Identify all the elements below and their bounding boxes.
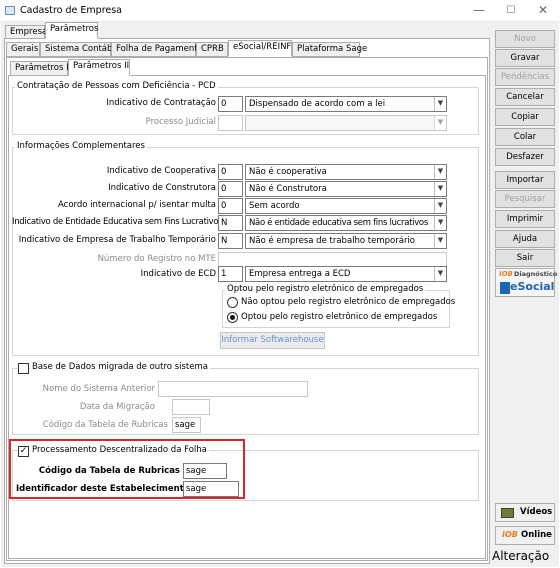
- processo-judicial-code[interactable]: [218, 115, 243, 131]
- novo-button[interactable]: Novo: [495, 30, 555, 48]
- trabalho-temporario-select[interactable]: Não é empresa de trabalho temporário ▼: [245, 233, 447, 249]
- construtora-select[interactable]: Não é Construtora ▼: [245, 181, 447, 197]
- ajuda-button[interactable]: Ajuda: [495, 230, 555, 248]
- iob-diagnostico-brand: IOB: [499, 270, 513, 278]
- ecd-label: Indicativo de ECD: [140, 269, 216, 279]
- tab-gerais[interactable]: Gerais: [6, 42, 40, 57]
- cancelar-button[interactable]: Cancelar: [495, 88, 555, 106]
- highlight-frame: [9, 439, 245, 499]
- migrada-checkbox[interactable]: [18, 363, 29, 374]
- minimize-icon[interactable]: —: [463, 0, 495, 22]
- acordo-code[interactable]: 0: [218, 198, 243, 214]
- esocial-logo-text: eSocial: [510, 280, 555, 293]
- sair-button[interactable]: Sair: [495, 249, 555, 267]
- cooperativa-value: Não é cooperativa: [249, 167, 327, 177]
- entidade-educativa-label: Indicativo de Entidade Educativa sem Fin…: [12, 217, 223, 227]
- film-icon: [501, 508, 514, 518]
- app-icon: [5, 6, 15, 15]
- ecd-code[interactable]: 1: [218, 266, 243, 282]
- tab-esocial-reinf[interactable]: eSocial/REINF: [228, 40, 292, 57]
- trabalho-temporario-value: Não é empresa de trabalho temporário: [249, 236, 415, 246]
- chevron-down-icon: ▼: [434, 234, 446, 248]
- migrada-rubricas-label: Código da Tabela de Rubricas: [42, 420, 168, 430]
- colar-button[interactable]: Colar: [495, 128, 555, 146]
- chevron-down-icon: ▼: [434, 97, 446, 111]
- chevron-down-icon: ▼: [434, 216, 446, 230]
- entidade-educativa-value: Não é entidade educativa sem fins lucrat…: [249, 218, 428, 228]
- acordo-label: Acordo internacional p/ isentar multa: [57, 200, 216, 210]
- cooperativa-select[interactable]: Não é cooperativa ▼: [245, 164, 447, 180]
- imprimir-button[interactable]: Imprimir: [495, 210, 555, 228]
- info-group-title: Informações Complementares: [15, 141, 147, 151]
- construtora-code[interactable]: 0: [218, 181, 243, 197]
- gravar-button[interactable]: Gravar: [495, 49, 555, 67]
- chevron-down-icon: ▼: [434, 165, 446, 179]
- chevron-down-icon: ▼: [434, 267, 446, 281]
- radio-nao-optou-label: Não optou pelo registro eletrônico de em…: [241, 297, 456, 307]
- migrada-group-title: Base de Dados migrada de outro sistema: [30, 362, 210, 372]
- informar-softwarehouse-button[interactable]: Informar Softwarehouse: [220, 332, 325, 349]
- chevron-down-icon: ▼: [434, 116, 446, 130]
- status-text: Alteração: [492, 549, 550, 563]
- indicativo-contratacao-select[interactable]: Dispensado de acordo com a lei ▼: [245, 96, 447, 112]
- pesquisar-button[interactable]: Pesquisar: [495, 190, 555, 208]
- tab-folha-pagamento[interactable]: Folha de Pagamento: [111, 42, 203, 57]
- entidade-educativa-select[interactable]: Não é entidade educativa sem fins lucrat…: [245, 215, 447, 231]
- data-migracao-input[interactable]: [172, 399, 210, 415]
- cooperativa-label: Indicativo de Cooperativa: [106, 166, 216, 176]
- tab-parametros-i[interactable]: Parâmetros I: [10, 61, 69, 76]
- radio-nao-optou[interactable]: [227, 297, 238, 308]
- copiar-button[interactable]: Copiar: [495, 108, 555, 126]
- importar-button[interactable]: Importar: [495, 171, 555, 189]
- title-bar: Cadastro de Empresa — ☐ ✕: [0, 0, 560, 22]
- tab-sistema-contabil[interactable]: Sistema Contábil: [40, 42, 117, 57]
- indicativo-contratacao-value: Dispensado de acordo com a lei: [249, 99, 386, 109]
- iob-diagnostico-esocial-button[interactable]: IOB Diagnóstico eSocial: [495, 268, 558, 297]
- construtora-label: Indicativo de Construtora: [108, 183, 216, 193]
- online-label: Online: [521, 530, 552, 540]
- videos-label: Vídeos: [520, 507, 553, 517]
- acordo-value: Sem acordo: [249, 201, 300, 211]
- trabalho-temporario-label: Indicativo de Empresa de Trabalho Tempor…: [18, 235, 216, 245]
- radio-optou-label: Optou pelo registro eletrônico de empreg…: [241, 312, 438, 322]
- window-title: Cadastro de Empresa: [20, 5, 123, 16]
- pcd-group-title: Contratação de Pessoas com Deficiência -…: [15, 81, 218, 91]
- indicativo-contratacao-label: Indicativo de Contratação: [106, 98, 216, 108]
- iob-diagnostico-caption: Diagnóstico: [514, 270, 558, 278]
- construtora-value: Não é Construtora: [249, 184, 327, 194]
- iob-online-button[interactable]: IOB Online: [495, 526, 555, 545]
- chevron-down-icon: ▼: [434, 199, 446, 213]
- processo-judicial-select[interactable]: ▼: [245, 115, 447, 131]
- ecd-value: Empresa entrega a ECD: [249, 269, 351, 279]
- processo-judicial-label: Processo Judicial: [145, 117, 216, 127]
- desfazer-button[interactable]: Desfazer: [495, 148, 555, 166]
- trabalho-temporario-code[interactable]: N: [218, 233, 243, 249]
- sistema-anterior-label: Nome do Sistema Anterior: [42, 384, 155, 394]
- chevron-down-icon: ▼: [434, 182, 446, 196]
- indicativo-contratacao-code[interactable]: 0: [218, 96, 243, 112]
- videos-button[interactable]: Vídeos: [495, 503, 555, 522]
- tab-parametros-ii[interactable]: Parâmetros II: [68, 59, 130, 76]
- migrada-rubricas-input[interactable]: sage: [172, 417, 201, 433]
- esocial-logo-icon: [500, 282, 510, 294]
- registro-group-title: Optou pelo registro eletrônico de empreg…: [225, 284, 426, 294]
- close-icon[interactable]: ✕: [527, 0, 559, 22]
- iob-online-brand: IOB: [502, 530, 518, 539]
- ecd-select[interactable]: Empresa entrega a ECD ▼: [245, 266, 447, 282]
- entidade-educativa-code[interactable]: N: [218, 215, 243, 231]
- registro-group: [222, 290, 450, 328]
- pendencias-button[interactable]: Pendências: [495, 68, 555, 86]
- sistema-anterior-input[interactable]: [158, 381, 308, 397]
- maximize-icon[interactable]: ☐: [495, 0, 527, 22]
- tab-parametros[interactable]: Parâmetros: [45, 22, 98, 39]
- tab-plataforma-sage[interactable]: Plataforma Sage: [292, 42, 367, 57]
- cooperativa-code[interactable]: 0: [218, 164, 243, 180]
- tab-cprb[interactable]: CPRB: [196, 42, 228, 57]
- acordo-select[interactable]: Sem acordo ▼: [245, 198, 447, 214]
- mte-label: Número do Registro no MTE: [97, 254, 216, 264]
- data-migracao-label: Data da Migração: [79, 402, 155, 412]
- radio-optou[interactable]: [227, 312, 238, 323]
